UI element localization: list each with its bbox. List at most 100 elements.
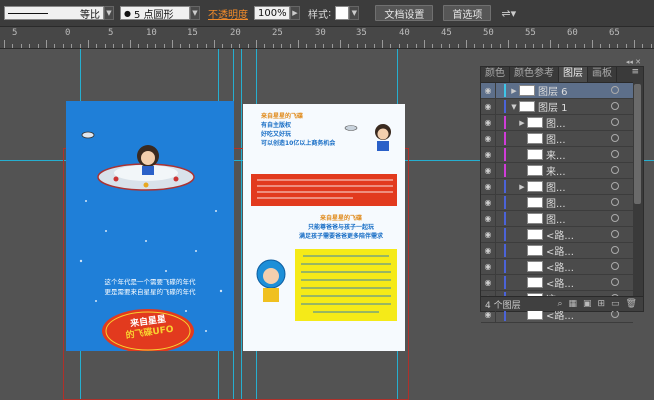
layer-row[interactable]: ◉ <路... — [481, 259, 633, 275]
target-circle-icon[interactable] — [611, 214, 619, 222]
layer-name[interactable]: 图层 6 — [538, 83, 568, 98]
layer-list-scrollbar[interactable] — [633, 82, 643, 296]
visibility-eye-icon[interactable]: ◉ — [481, 214, 495, 223]
layer-name[interactable]: <路... — [546, 259, 574, 274]
visibility-eye-icon[interactable]: ◉ — [481, 262, 495, 271]
brush-dropdown[interactable]: ▼ — [190, 6, 200, 20]
expand-arrow-icon[interactable]: ▼ — [509, 103, 519, 111]
visibility-eye-icon[interactable]: ◉ — [481, 278, 495, 287]
preferences-button[interactable]: 首选项 — [443, 5, 492, 21]
right-mid-heading-line: 满足孩子需要爸爸更多陪伴需求 — [298, 233, 383, 240]
tab-layers[interactable]: 图层 — [559, 67, 588, 82]
visibility-eye-icon[interactable]: ◉ — [481, 230, 495, 239]
visibility-eye-icon[interactable]: ◉ — [481, 166, 495, 175]
layer-name[interactable]: <路... — [546, 275, 574, 290]
panel-footer-icons[interactable]: ⌕▦▣⊞▭🗑 — [557, 299, 643, 309]
horizontal-ruler[interactable]: 5 0 5 10 15 20 25 30 35 40 45 50 55 60 6… — [0, 27, 654, 49]
panel-collapse-icon[interactable]: ◂◂ ✕ — [626, 58, 641, 66]
visibility-eye-icon[interactable]: ◉ — [481, 246, 495, 255]
layer-row[interactable]: ◉ ▼ 图层 1 — [481, 99, 633, 115]
layer-row[interactable]: ◉ 图... — [481, 195, 633, 211]
layer-row[interactable]: ◉ <路... — [481, 243, 633, 259]
opacity-label[interactable]: 不透明度 — [208, 6, 248, 21]
lock-toggle[interactable] — [495, 83, 504, 98]
visibility-eye-icon[interactable]: ◉ — [481, 118, 495, 127]
arrange-icon[interactable]: ⇌▾ — [501, 7, 516, 20]
visibility-eye-icon[interactable]: ◉ — [481, 134, 495, 143]
lock-toggle[interactable] — [495, 243, 504, 258]
layer-row[interactable]: ◉ <路... — [481, 227, 633, 243]
visibility-eye-icon[interactable]: ◉ — [481, 198, 495, 207]
ruler-label: 5 — [12, 28, 18, 38]
layer-name[interactable]: 图... — [546, 179, 566, 194]
ruler-label: 60 — [567, 28, 578, 38]
document-setup-button[interactable]: 文档设置 — [375, 5, 434, 21]
lock-toggle[interactable] — [495, 115, 504, 130]
target-circle-icon[interactable] — [611, 198, 619, 206]
layer-row[interactable]: ◉ 来... — [481, 163, 633, 179]
visibility-eye-icon[interactable]: ◉ — [481, 102, 495, 111]
layer-name[interactable]: 图... — [546, 131, 566, 146]
target-circle-icon[interactable] — [611, 150, 619, 158]
tab-color[interactable]: 颜色 — [481, 67, 510, 82]
target-circle-icon[interactable] — [611, 230, 619, 238]
lock-toggle[interactable] — [495, 99, 504, 114]
layer-name[interactable]: <路... — [546, 227, 574, 242]
brush-select[interactable]: ● 5 点圆形 — [120, 6, 190, 21]
layer-row[interactable]: ◉ 图... — [481, 131, 633, 147]
lock-toggle[interactable] — [495, 211, 504, 226]
panel-menu-icon[interactable]: ≡ — [627, 67, 643, 82]
lock-toggle[interactable] — [495, 259, 504, 274]
layer-row[interactable]: ◉ 来... — [481, 147, 633, 163]
layer-name[interactable]: <路... — [546, 243, 574, 258]
lock-toggle[interactable] — [495, 147, 504, 162]
style-dropdown[interactable]: ▼ — [349, 6, 360, 20]
scrollbar-thumb[interactable] — [634, 84, 641, 204]
target-circle-icon[interactable] — [611, 134, 619, 142]
target-circle-icon[interactable] — [611, 278, 619, 286]
lock-toggle[interactable] — [495, 163, 504, 178]
layer-row[interactable]: ◉ <路... — [481, 275, 633, 291]
lock-toggle[interactable] — [495, 275, 504, 290]
target-circle-icon[interactable] — [611, 182, 619, 190]
expand-arrow-icon[interactable]: ▶ — [517, 119, 527, 127]
layer-thumbnail — [519, 85, 535, 96]
stroke-profile-select[interactable]: 等比 — [4, 6, 104, 21]
layer-row[interactable]: ◉ ▶ 图层 6 — [481, 83, 633, 99]
layer-name[interactable]: 图... — [546, 211, 566, 226]
layer-name[interactable]: 图... — [546, 115, 566, 130]
target-circle-icon[interactable] — [611, 102, 619, 110]
tab-artboards[interactable]: 画板 — [588, 67, 617, 82]
target-circle-icon[interactable] — [611, 118, 619, 126]
opacity-input[interactable]: 100% — [254, 6, 290, 20]
visibility-eye-icon[interactable]: ◉ — [481, 310, 495, 319]
expand-arrow-icon[interactable]: ▶ — [509, 87, 519, 95]
opacity-dropdown[interactable]: ▶ — [290, 6, 300, 20]
layer-name[interactable]: 图... — [546, 195, 566, 210]
style-swatch[interactable] — [335, 6, 350, 20]
stroke-profile-dropdown[interactable]: ▼ — [104, 6, 114, 20]
layer-color-indicator — [504, 196, 506, 209]
layer-name[interactable]: 来... — [546, 147, 566, 162]
target-circle-icon[interactable] — [611, 246, 619, 254]
layer-name[interactable]: 图层 1 — [538, 99, 568, 114]
expand-arrow-icon[interactable]: ▶ — [517, 183, 527, 191]
visibility-eye-icon[interactable]: ◉ — [481, 182, 495, 191]
target-circle-icon[interactable] — [611, 262, 619, 270]
target-circle-icon[interactable] — [611, 310, 619, 318]
visibility-eye-icon[interactable]: ◉ — [481, 86, 495, 95]
tab-color-guide[interactable]: 颜色参考 — [510, 67, 559, 82]
lock-toggle[interactable] — [495, 195, 504, 210]
layer-name[interactable]: 来... — [546, 163, 566, 178]
target-circle-icon[interactable] — [611, 86, 619, 94]
layer-row[interactable]: ◉ ▶ 图... — [481, 115, 633, 131]
layer-thumbnail — [527, 245, 543, 256]
small-ufo-icon — [81, 131, 95, 139]
lock-toggle[interactable] — [495, 227, 504, 242]
visibility-eye-icon[interactable]: ◉ — [481, 150, 495, 159]
lock-toggle[interactable] — [495, 131, 504, 146]
target-circle-icon[interactable] — [611, 166, 619, 174]
layer-row[interactable]: ◉ ▶ 图... — [481, 179, 633, 195]
layer-row[interactable]: ◉ 图... — [481, 211, 633, 227]
lock-toggle[interactable] — [495, 179, 504, 194]
